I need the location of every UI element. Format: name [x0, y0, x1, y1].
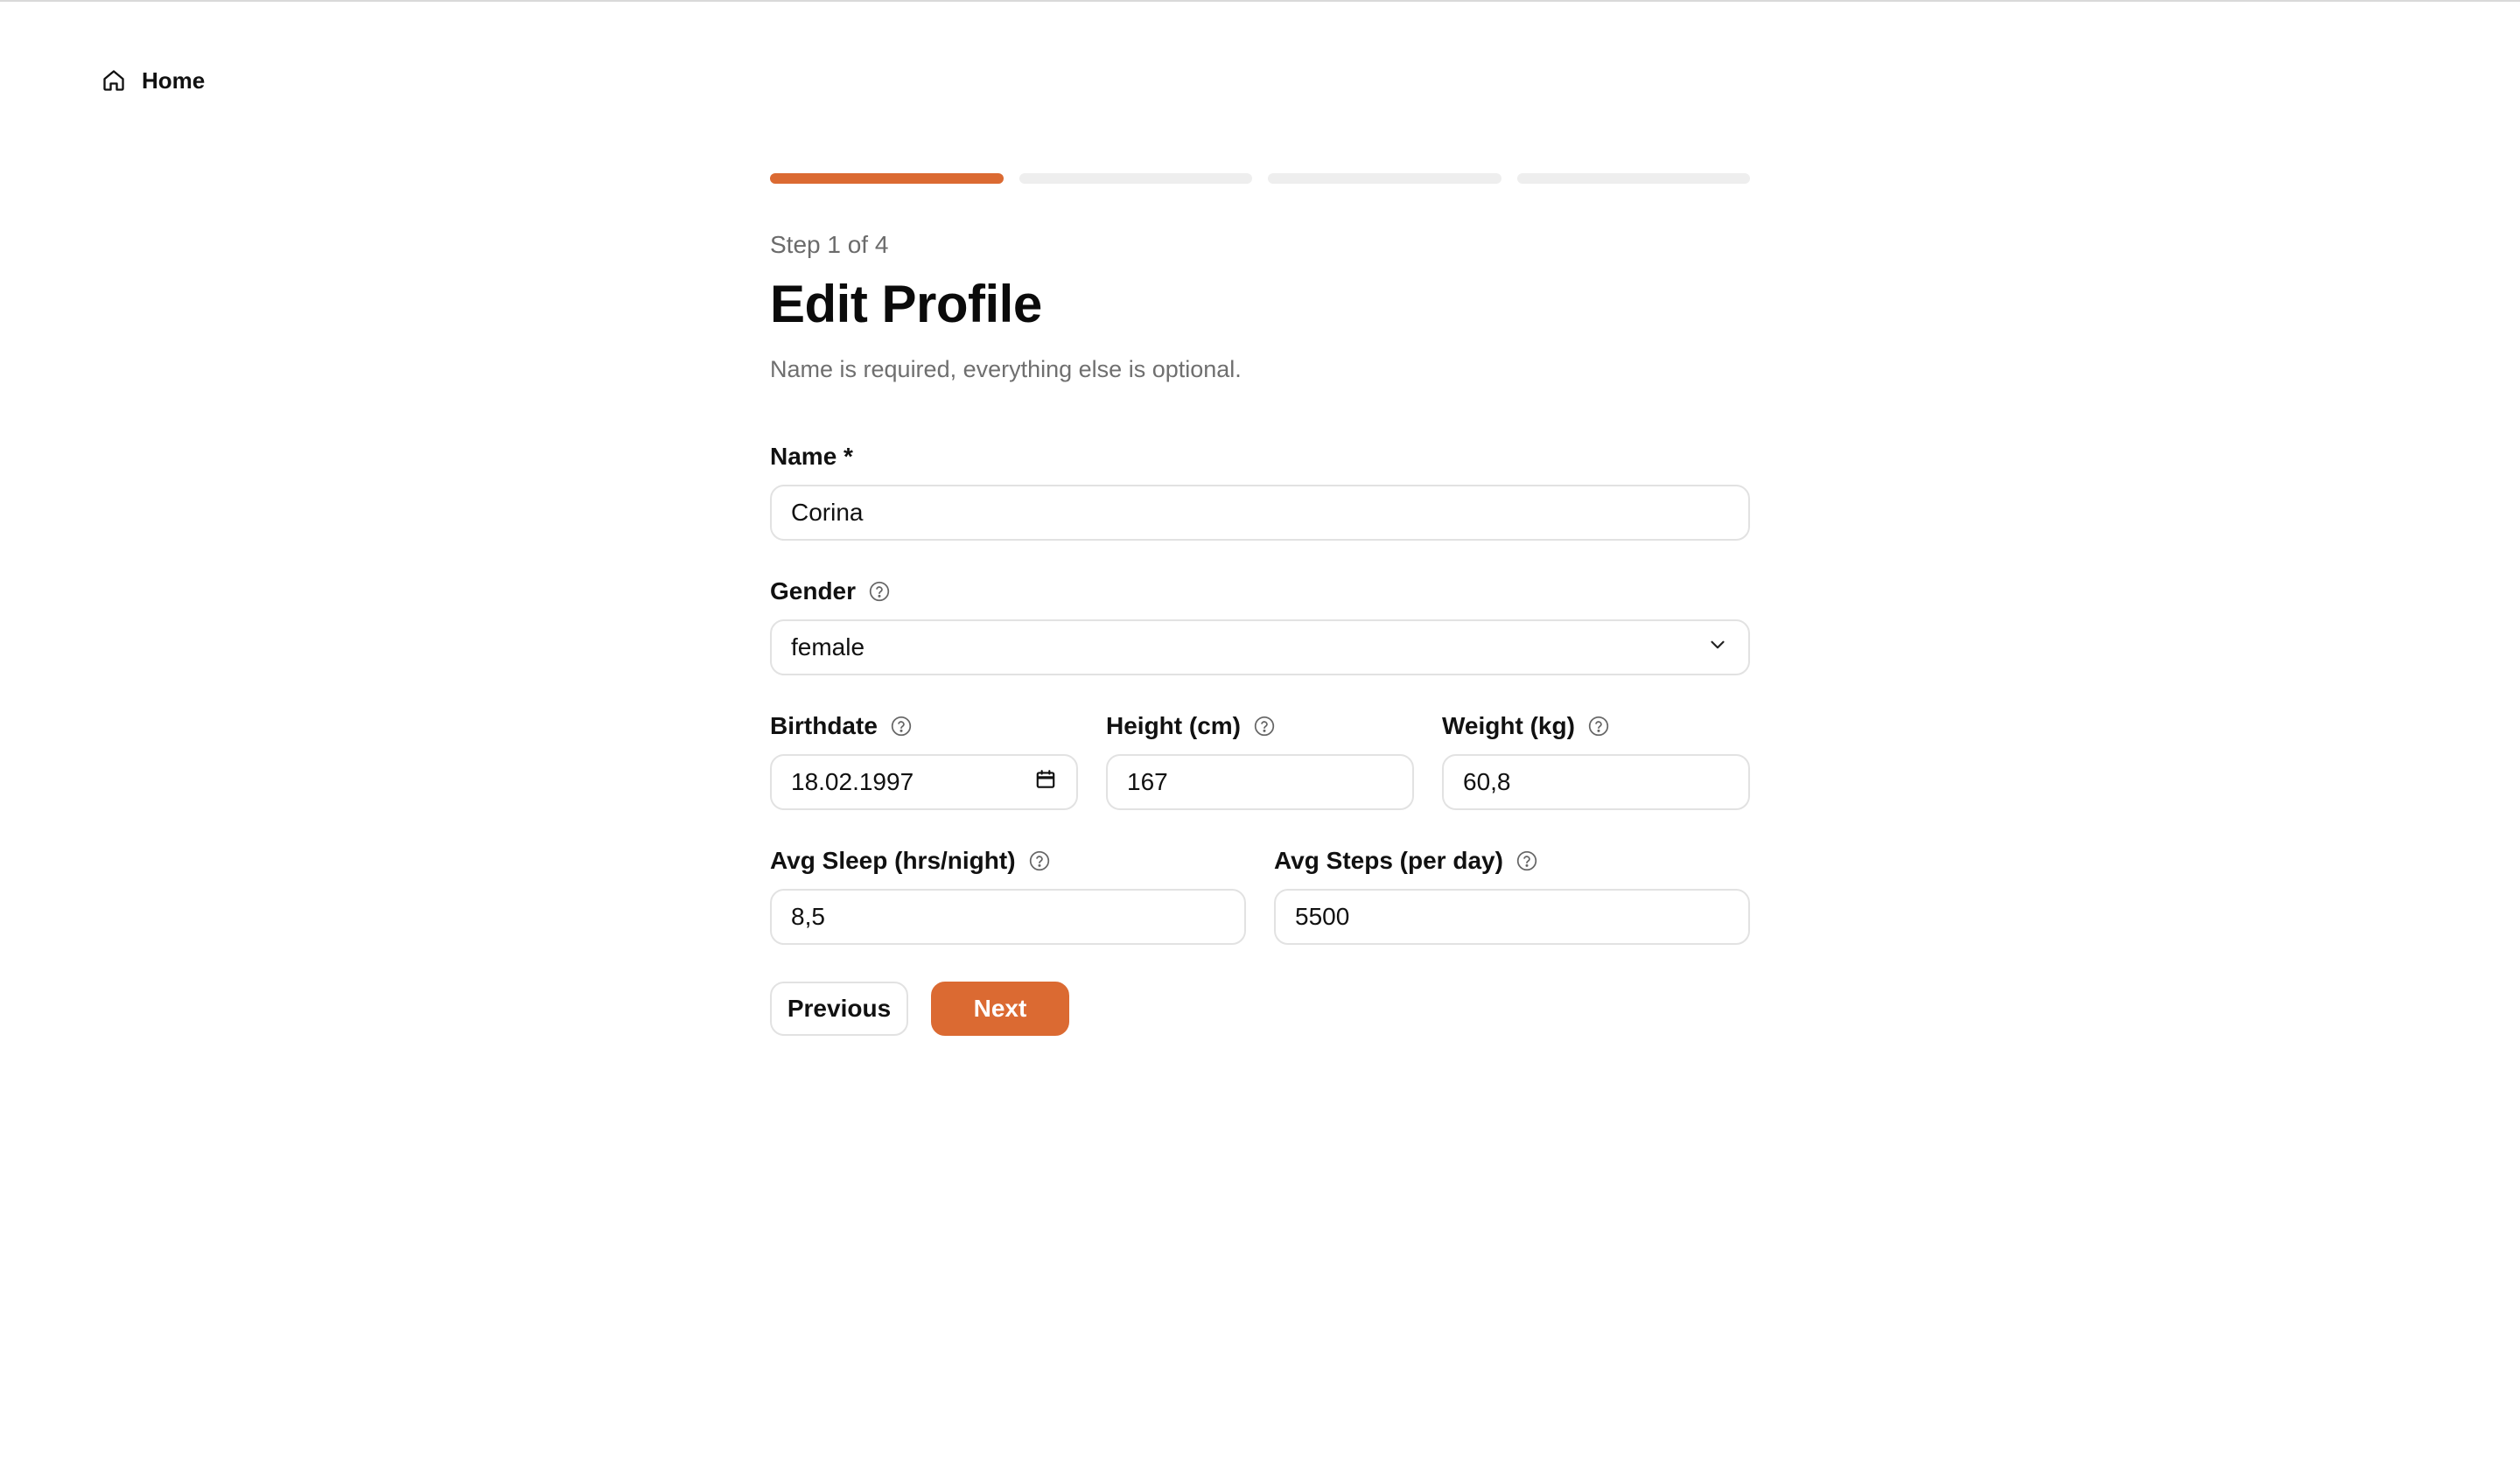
progress-step-1 [770, 173, 1004, 184]
gender-select[interactable]: female [770, 619, 1750, 675]
name-label: Name * [770, 443, 853, 470]
birthdate-input[interactable]: 18.02.1997 [770, 754, 1078, 810]
name-field: Name * Corina [770, 441, 1750, 541]
name-input[interactable]: Corina [770, 485, 1750, 541]
help-circle-icon[interactable] [1587, 715, 1610, 737]
page-subtitle: Name is required, everything else is opt… [770, 356, 1242, 382]
steps-input-value: 5500 [1295, 903, 1350, 930]
steps-label: Avg Steps (per day) [1274, 845, 1750, 877]
help-circle-icon[interactable] [890, 715, 913, 737]
body-metrics-row: Birthdate 18.02.1997 Height (cm) 167 Wei… [770, 710, 1750, 810]
birthdate-label: Birthdate [770, 710, 1078, 742]
page-title: Edit Profile [770, 275, 1042, 333]
gender-field: Gender female [770, 576, 1750, 675]
habits-row: Avg Sleep (hrs/night) 8,5 Avg Steps (per… [770, 845, 1750, 945]
height-label: Height (cm) [1106, 710, 1414, 742]
height-input[interactable]: 167 [1106, 754, 1414, 810]
home-icon [102, 68, 126, 93]
step-progress [770, 173, 1750, 184]
help-circle-icon[interactable] [868, 580, 891, 603]
birthdate-field: Birthdate 18.02.1997 [770, 710, 1078, 810]
help-circle-icon[interactable] [1253, 715, 1276, 737]
previous-button[interactable]: Previous [770, 982, 908, 1036]
gender-label: Gender [770, 576, 1750, 607]
calendar-icon[interactable] [1034, 768, 1057, 797]
chevron-down-icon [1706, 633, 1729, 662]
next-button[interactable]: Next [931, 982, 1069, 1036]
name-input-value: Corina [791, 499, 864, 526]
gender-select-value: female [791, 633, 865, 661]
wizard-actions: Previous Next [770, 982, 1750, 1036]
progress-step-2 [1018, 173, 1252, 184]
steps-input[interactable]: 5500 [1274, 889, 1750, 945]
profile-wizard: Step 1 of 4 Edit Profile Name is require… [770, 173, 1750, 1036]
help-circle-icon[interactable] [1516, 849, 1538, 872]
home-link[interactable]: Home [102, 65, 205, 96]
steps-field: Avg Steps (per day) 5500 [1274, 845, 1750, 945]
top-divider [0, 0, 2520, 2]
weight-label: Weight (kg) [1442, 710, 1750, 742]
home-label: Home [142, 66, 206, 94]
progress-step-4 [1516, 173, 1750, 184]
sleep-input[interactable]: 8,5 [770, 889, 1246, 945]
weight-input[interactable]: 60,8 [1442, 754, 1750, 810]
weight-input-value: 60,8 [1463, 768, 1511, 795]
height-input-value: 167 [1127, 768, 1168, 795]
sleep-input-value: 8,5 [791, 903, 825, 930]
help-circle-icon[interactable] [1028, 849, 1051, 872]
step-indicator: Step 1 of 4 [770, 231, 889, 258]
progress-step-3 [1268, 173, 1502, 184]
sleep-field: Avg Sleep (hrs/night) 8,5 [770, 845, 1246, 945]
weight-field: Weight (kg) 60,8 [1442, 710, 1750, 810]
height-field: Height (cm) 167 [1106, 710, 1414, 810]
birthdate-input-value: 18.02.1997 [791, 768, 914, 795]
sleep-label: Avg Sleep (hrs/night) [770, 845, 1246, 877]
